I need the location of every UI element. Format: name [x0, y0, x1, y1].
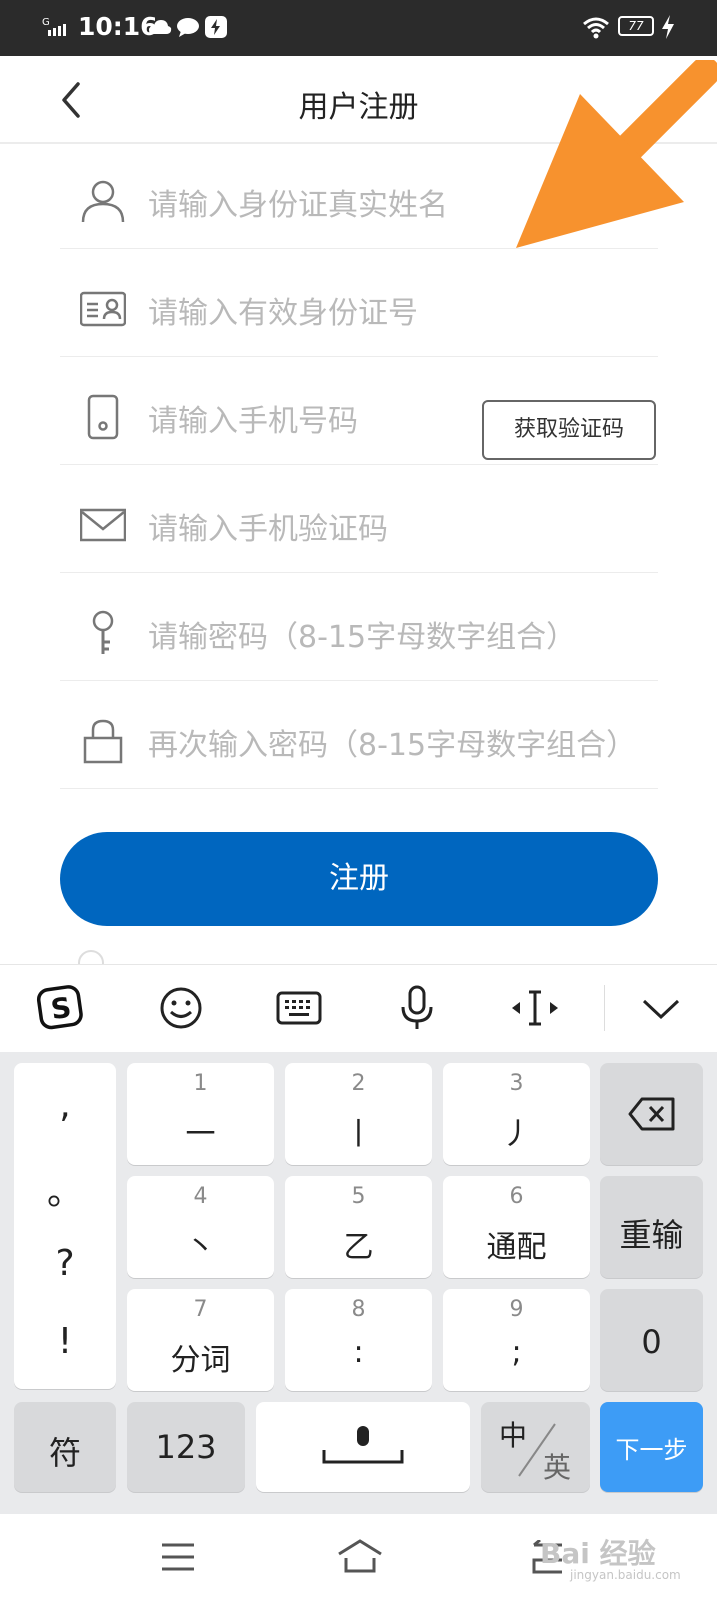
form-row-confirm-password[interactable]: 再次输入密码（8-15字母数字组合）	[60, 680, 658, 789]
chevron-down-icon[interactable]	[636, 983, 686, 1033]
status-bar: G 10:16 77	[0, 0, 717, 56]
form-row-name[interactable]: 请输入身份证真实姓名	[60, 140, 658, 249]
toolbar-divider	[604, 985, 605, 1031]
signal-icon: G	[42, 17, 66, 36]
microphone-icon[interactable]	[392, 983, 442, 1033]
zero-key[interactable]: 0	[600, 1289, 703, 1391]
keyboard: , 。 ? ! 1 一 2 丨 3 丿 4 丶 5 乙 6 通配 重输 7 分词	[0, 1052, 717, 1514]
key-6[interactable]: 6 通配	[443, 1176, 590, 1278]
key-label: 符	[48, 1434, 81, 1472]
register-button[interactable]: 注册	[60, 832, 658, 926]
form-row-sms-code[interactable]: 请输入手机验证码	[60, 464, 658, 573]
punct-key[interactable]: !	[14, 1321, 116, 1362]
key-number: 7	[193, 1297, 208, 1322]
form-row-password[interactable]: 请输密码（8-15字母数字组合）	[60, 572, 658, 681]
key-label: 123	[155, 1428, 217, 1466]
watermark-url: jingyan.baidu.com	[570, 1568, 681, 1582]
key-number: 5	[351, 1184, 366, 1209]
battery-indicator: 77	[618, 16, 654, 36]
person-icon	[81, 180, 125, 223]
charging-icon	[662, 15, 674, 39]
backspace-icon	[628, 1097, 675, 1131]
home-icon[interactable]	[336, 1538, 384, 1574]
next-step-key[interactable]: 下一步	[600, 1402, 703, 1492]
key-number: 6	[509, 1184, 524, 1209]
number-mode-key[interactable]: 123	[127, 1402, 245, 1492]
lang-en-label: 英	[543, 1451, 572, 1484]
punct-key[interactable]: ,	[14, 1085, 116, 1126]
key-9[interactable]: 9 ;	[443, 1289, 590, 1391]
reset-key[interactable]: 重输	[600, 1176, 703, 1278]
key-8[interactable]: 8 :	[285, 1289, 432, 1391]
language-switch-key[interactable]: 中 英	[481, 1402, 590, 1492]
key-label: 一	[185, 1117, 216, 1152]
cursor-move-icon[interactable]	[510, 983, 560, 1033]
key-label: 丿	[501, 1117, 532, 1152]
space-mic-icon	[322, 1426, 404, 1464]
symbol-key[interactable]: 符	[14, 1402, 116, 1492]
key-label: 丶	[185, 1230, 216, 1265]
sms-code-input[interactable]: 请输入手机验证码	[148, 504, 653, 548]
confirm-password-input[interactable]: 再次输入密码（8-15字母数字组合）	[148, 720, 653, 764]
key-label: 通配	[486, 1230, 547, 1265]
backspace-key[interactable]	[600, 1063, 703, 1165]
key-4[interactable]: 4 丶	[127, 1176, 274, 1278]
space-key[interactable]	[256, 1402, 470, 1492]
key-number: 1	[193, 1071, 208, 1096]
get-code-button[interactable]: 获取验证码	[482, 400, 656, 460]
cloud-icon	[149, 20, 172, 34]
key-icon	[92, 610, 114, 654]
key-number: 3	[509, 1071, 524, 1096]
wifi-icon	[583, 17, 609, 39]
emoji-icon[interactable]	[156, 983, 206, 1033]
key-label: 分词	[170, 1343, 231, 1378]
key-number: 2	[351, 1071, 366, 1096]
key-label: ;	[511, 1335, 522, 1370]
punct-key[interactable]: 。	[14, 1163, 116, 1215]
key-1[interactable]: 1 一	[127, 1063, 274, 1165]
id-card-icon	[80, 291, 126, 327]
phone-icon	[87, 394, 119, 440]
key-label: :	[353, 1335, 364, 1370]
key-label: 重输	[619, 1216, 684, 1254]
id-number-input[interactable]: 请输入有效身份证号	[148, 288, 653, 332]
menu-icon[interactable]	[160, 1542, 196, 1572]
key-7[interactable]: 7 分词	[127, 1289, 274, 1391]
key-number: 9	[509, 1297, 524, 1322]
key-5[interactable]: 5 乙	[285, 1176, 432, 1278]
punctuation-column[interactable]: , 。 ? !	[14, 1063, 116, 1389]
name-input[interactable]: 请输入身份证真实姓名	[148, 180, 653, 224]
clock: 10:16	[78, 12, 158, 41]
phone-input[interactable]: 请输入手机号码	[148, 396, 468, 440]
punct-key[interactable]: ?	[14, 1243, 116, 1284]
key-label: 0	[641, 1323, 662, 1361]
key-label: 丨	[343, 1117, 374, 1152]
watermark-logo: Bai 经验	[540, 1537, 656, 1570]
lock-icon	[83, 719, 123, 764]
keyboard-icon[interactable]	[274, 983, 324, 1033]
sogou-logo-icon[interactable]: S	[36, 983, 86, 1033]
key-3[interactable]: 3 丿	[443, 1063, 590, 1165]
network-type: G	[42, 17, 50, 28]
key-label: 下一步	[615, 1436, 688, 1464]
keyboard-toolbar: S	[0, 964, 717, 1053]
form-row-id[interactable]: 请输入有效身份证号	[60, 248, 658, 357]
key-2[interactable]: 2 丨	[285, 1063, 432, 1165]
password-input[interactable]: 请输密码（8-15字母数字组合）	[148, 612, 653, 656]
key-number: 4	[193, 1184, 208, 1209]
flash-app-icon	[205, 16, 227, 38]
key-label: 乙	[343, 1230, 374, 1265]
chat-icon	[177, 18, 199, 37]
mail-icon	[80, 508, 126, 542]
key-number: 8	[351, 1297, 366, 1322]
